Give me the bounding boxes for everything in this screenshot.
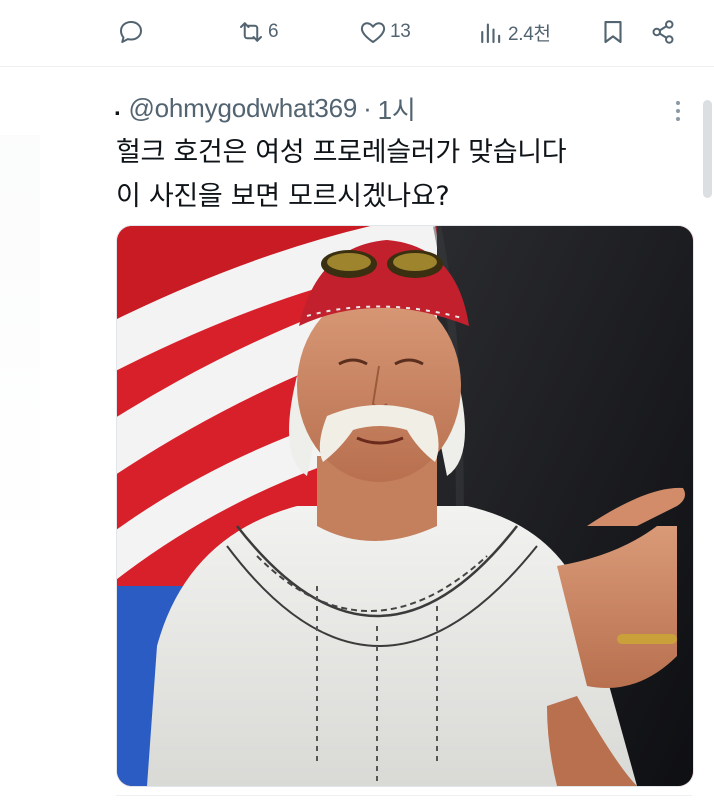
more-dot-icon — [676, 109, 680, 113]
reply-button[interactable] — [116, 14, 146, 50]
tweet-text: 헐크 호건은 여성 프로레슬러가 맞습니다 이 사진을 보면 모르시겠나요? — [116, 131, 676, 219]
tweet-page: 6 13 2.4천 . @ohmygodwhat369 · 1시 헐크 호건은 … — [0, 0, 714, 801]
reply-icon — [116, 17, 146, 47]
tweet-text-line: 이 사진을 보면 모르시겠나요? — [116, 181, 450, 212]
header-separator: · — [363, 92, 372, 123]
scrollbar-thumb[interactable] — [703, 100, 712, 198]
bookmark-button[interactable] — [598, 14, 628, 50]
retweet-icon — [236, 17, 266, 47]
action-bar: 6 13 2.4천 — [0, 0, 714, 67]
tweet-header: . @ohmygodwhat369 · 1시 — [114, 91, 416, 125]
share-icon — [648, 17, 678, 47]
wrestler-photo-illustration — [117, 226, 693, 786]
more-options-button[interactable] — [664, 95, 692, 127]
retweet-button[interactable]: 6 — [236, 14, 279, 50]
retweet-count: 6 — [268, 21, 279, 42]
views-count: 2.4천 — [508, 23, 551, 45]
views-icon — [476, 17, 506, 47]
share-button[interactable] — [648, 14, 678, 50]
tweet[interactable]: . @ohmygodwhat369 · 1시 헐크 호건은 여성 프로레슬러가 … — [0, 67, 714, 801]
divider — [116, 795, 692, 796]
more-dot-icon — [676, 101, 680, 105]
heart-icon — [358, 17, 388, 47]
tweet-text-line: 헐크 호건은 여성 프로레슬러가 맞습니다 — [116, 137, 567, 168]
tweet-photo[interactable] — [116, 225, 694, 787]
bookmark-icon — [598, 17, 628, 47]
faded-avatar-area — [0, 135, 40, 575]
more-dot-icon — [676, 117, 680, 121]
views-button[interactable]: 2.4천 — [476, 14, 551, 50]
like-button[interactable]: 13 — [358, 14, 411, 50]
lead-mark: . — [114, 94, 121, 121]
tweet-timestamp[interactable]: 1시 — [378, 90, 416, 127]
user-handle[interactable]: @ohmygodwhat369 — [128, 93, 357, 124]
like-count: 13 — [390, 21, 411, 42]
